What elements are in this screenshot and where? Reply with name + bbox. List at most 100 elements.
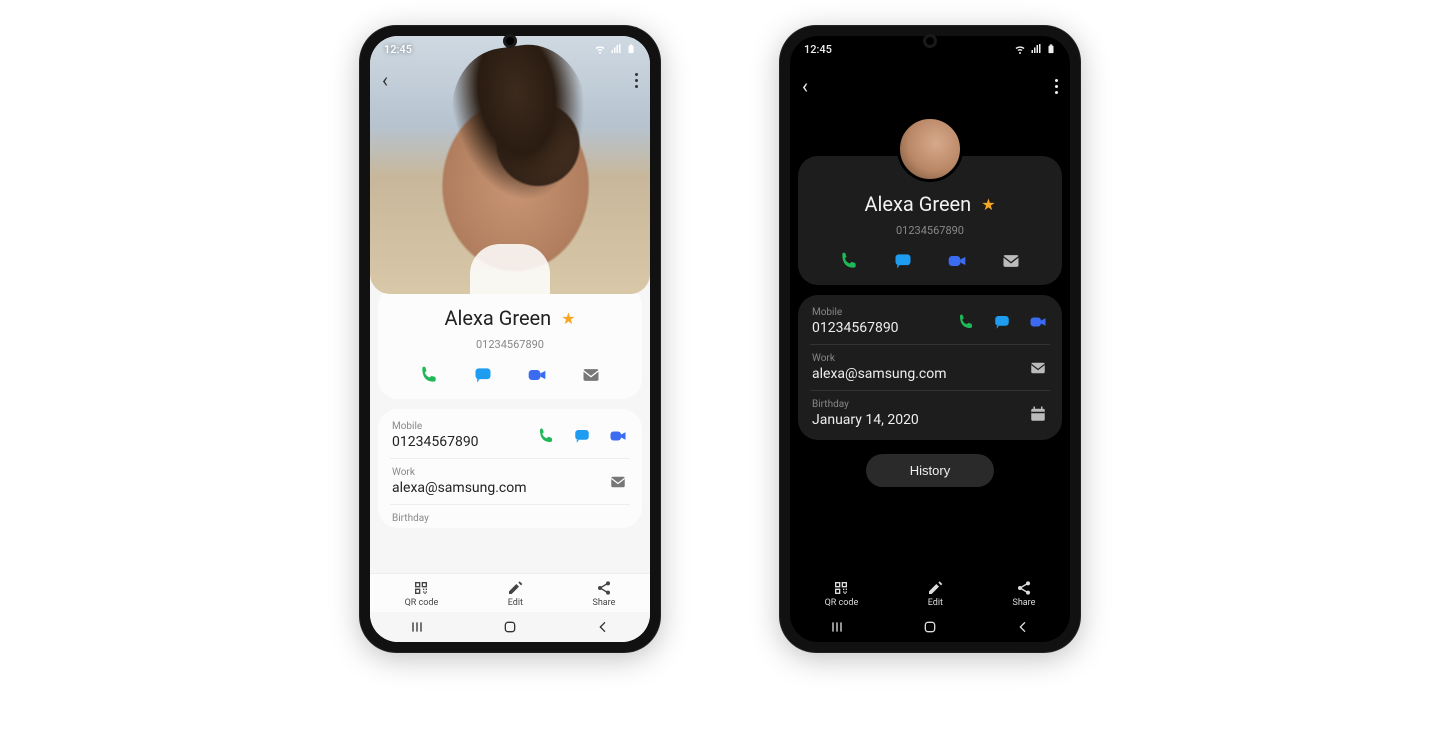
share-icon	[1016, 580, 1032, 596]
mobile-row[interactable]: Mobile 01234567890	[390, 413, 630, 458]
battery-icon	[1046, 42, 1056, 56]
calendar-icon[interactable]	[1028, 404, 1048, 424]
qr-code-button[interactable]: QR code	[405, 580, 439, 608]
row-call-icon[interactable]	[536, 426, 556, 446]
nav-back-icon[interactable]	[595, 619, 611, 635]
wifi-icon	[594, 43, 606, 55]
contact-number: 01234567890	[806, 224, 1054, 237]
edit-label: Edit	[508, 598, 523, 608]
camera-punch	[923, 34, 937, 48]
nav-bar	[790, 612, 1070, 642]
row-video-icon[interactable]	[608, 426, 628, 446]
wifi-icon	[1014, 43, 1026, 55]
edit-button[interactable]: Edit	[507, 580, 523, 608]
share-label: Share	[1012, 598, 1035, 608]
signal-icon	[610, 43, 622, 55]
contact-avatar[interactable]	[897, 116, 963, 182]
status-icons	[1014, 42, 1056, 56]
birthday-row[interactable]: Birthday January 14, 2020	[390, 504, 630, 524]
status-time: 12:45	[384, 43, 412, 56]
video-call-icon[interactable]	[527, 365, 547, 385]
favorite-star-icon[interactable]: ★	[561, 309, 575, 328]
back-button[interactable]: ‹	[382, 70, 388, 90]
contact-details-card: Mobile 01234567890 Work alexa@samsung.co…	[798, 295, 1062, 440]
nav-back-icon[interactable]	[1015, 619, 1031, 635]
contact-header-card: Alexa Green ★ 01234567890	[378, 286, 642, 399]
screen-light: 12:45 ‹ Alexa Green ★ 01234567890	[370, 36, 650, 642]
nav-home-icon[interactable]	[502, 619, 518, 635]
message-icon[interactable]	[893, 251, 913, 271]
status-icons	[594, 42, 636, 56]
phone-dark: 12:45 ‹ Alexa Green ★ 01234567890	[780, 26, 1080, 652]
nav-bar	[370, 612, 650, 642]
share-icon	[596, 580, 612, 596]
contact-details-card: Mobile 01234567890 Work alexa@samsung.co…	[378, 409, 642, 528]
row-message-icon[interactable]	[572, 426, 592, 446]
status-time: 12:45	[804, 43, 832, 56]
back-button[interactable]: ‹	[802, 76, 808, 96]
bottom-action-bar: QR code Edit Share	[370, 573, 650, 612]
signal-icon	[1030, 43, 1042, 55]
pencil-icon	[927, 580, 943, 596]
qr-label: QR code	[825, 598, 859, 608]
bottom-action-bar: QR code Edit Share	[790, 574, 1070, 612]
work-label: Work	[392, 467, 527, 478]
video-call-icon[interactable]	[947, 251, 967, 271]
contact-number: 01234567890	[386, 338, 634, 351]
call-icon[interactable]	[839, 251, 859, 271]
work-value: alexa@samsung.com	[392, 480, 527, 496]
more-button[interactable]	[1055, 79, 1058, 94]
mobile-label: Mobile	[392, 421, 479, 432]
birthday-row[interactable]: Birthday January 14, 2020	[810, 390, 1050, 436]
more-button[interactable]	[635, 73, 638, 88]
call-icon[interactable]	[419, 365, 439, 385]
share-button[interactable]: Share	[1012, 580, 1035, 608]
row-message-icon[interactable]	[992, 312, 1012, 332]
primary-action-row	[386, 365, 634, 385]
mobile-label: Mobile	[812, 307, 899, 318]
contact-header-card: Alexa Green ★ 01234567890	[798, 156, 1062, 285]
history-button[interactable]: History	[866, 454, 994, 487]
nav-home-icon[interactable]	[922, 619, 938, 635]
primary-action-row	[806, 251, 1054, 271]
row-email-icon[interactable]	[1028, 358, 1048, 378]
work-label: Work	[812, 353, 947, 364]
qr-icon	[413, 580, 429, 596]
pencil-icon	[507, 580, 523, 596]
email-icon[interactable]	[581, 365, 601, 385]
app-bar: ‹	[370, 60, 650, 100]
work-value: alexa@samsung.com	[812, 366, 947, 382]
edit-button[interactable]: Edit	[927, 580, 943, 608]
birthday-label: Birthday	[812, 399, 919, 410]
qr-code-button[interactable]: QR code	[825, 580, 859, 608]
share-button[interactable]: Share	[592, 580, 615, 608]
qr-label: QR code	[405, 598, 439, 608]
app-bar: ‹	[790, 66, 1070, 106]
message-icon[interactable]	[473, 365, 493, 385]
battery-icon	[626, 42, 636, 56]
work-email-row[interactable]: Work alexa@samsung.com	[390, 458, 630, 504]
birthday-label: Birthday	[392, 513, 429, 524]
contact-name: Alexa Green	[864, 192, 971, 216]
name-row: Alexa Green ★	[806, 192, 1054, 216]
edit-label: Edit	[928, 598, 943, 608]
row-email-icon[interactable]	[608, 472, 628, 492]
contact-name: Alexa Green	[444, 306, 551, 330]
phone-light: 12:45 ‹ Alexa Green ★ 01234567890	[360, 26, 660, 652]
nav-recents-icon[interactable]	[829, 619, 845, 635]
camera-punch	[503, 34, 517, 48]
name-row: Alexa Green ★	[386, 306, 634, 330]
birthday-value: January 14, 2020	[812, 412, 919, 428]
row-video-icon[interactable]	[1028, 312, 1048, 332]
mobile-value: 01234567890	[812, 320, 899, 336]
work-email-row[interactable]: Work alexa@samsung.com	[810, 344, 1050, 390]
email-icon[interactable]	[1001, 251, 1021, 271]
share-label: Share	[592, 598, 615, 608]
nav-recents-icon[interactable]	[409, 619, 425, 635]
favorite-star-icon[interactable]: ★	[981, 195, 995, 214]
mobile-value: 01234567890	[392, 434, 479, 450]
qr-icon	[833, 580, 849, 596]
row-call-icon[interactable]	[956, 312, 976, 332]
mobile-row[interactable]: Mobile 01234567890	[810, 299, 1050, 344]
screen-dark: 12:45 ‹ Alexa Green ★ 01234567890	[790, 36, 1070, 642]
